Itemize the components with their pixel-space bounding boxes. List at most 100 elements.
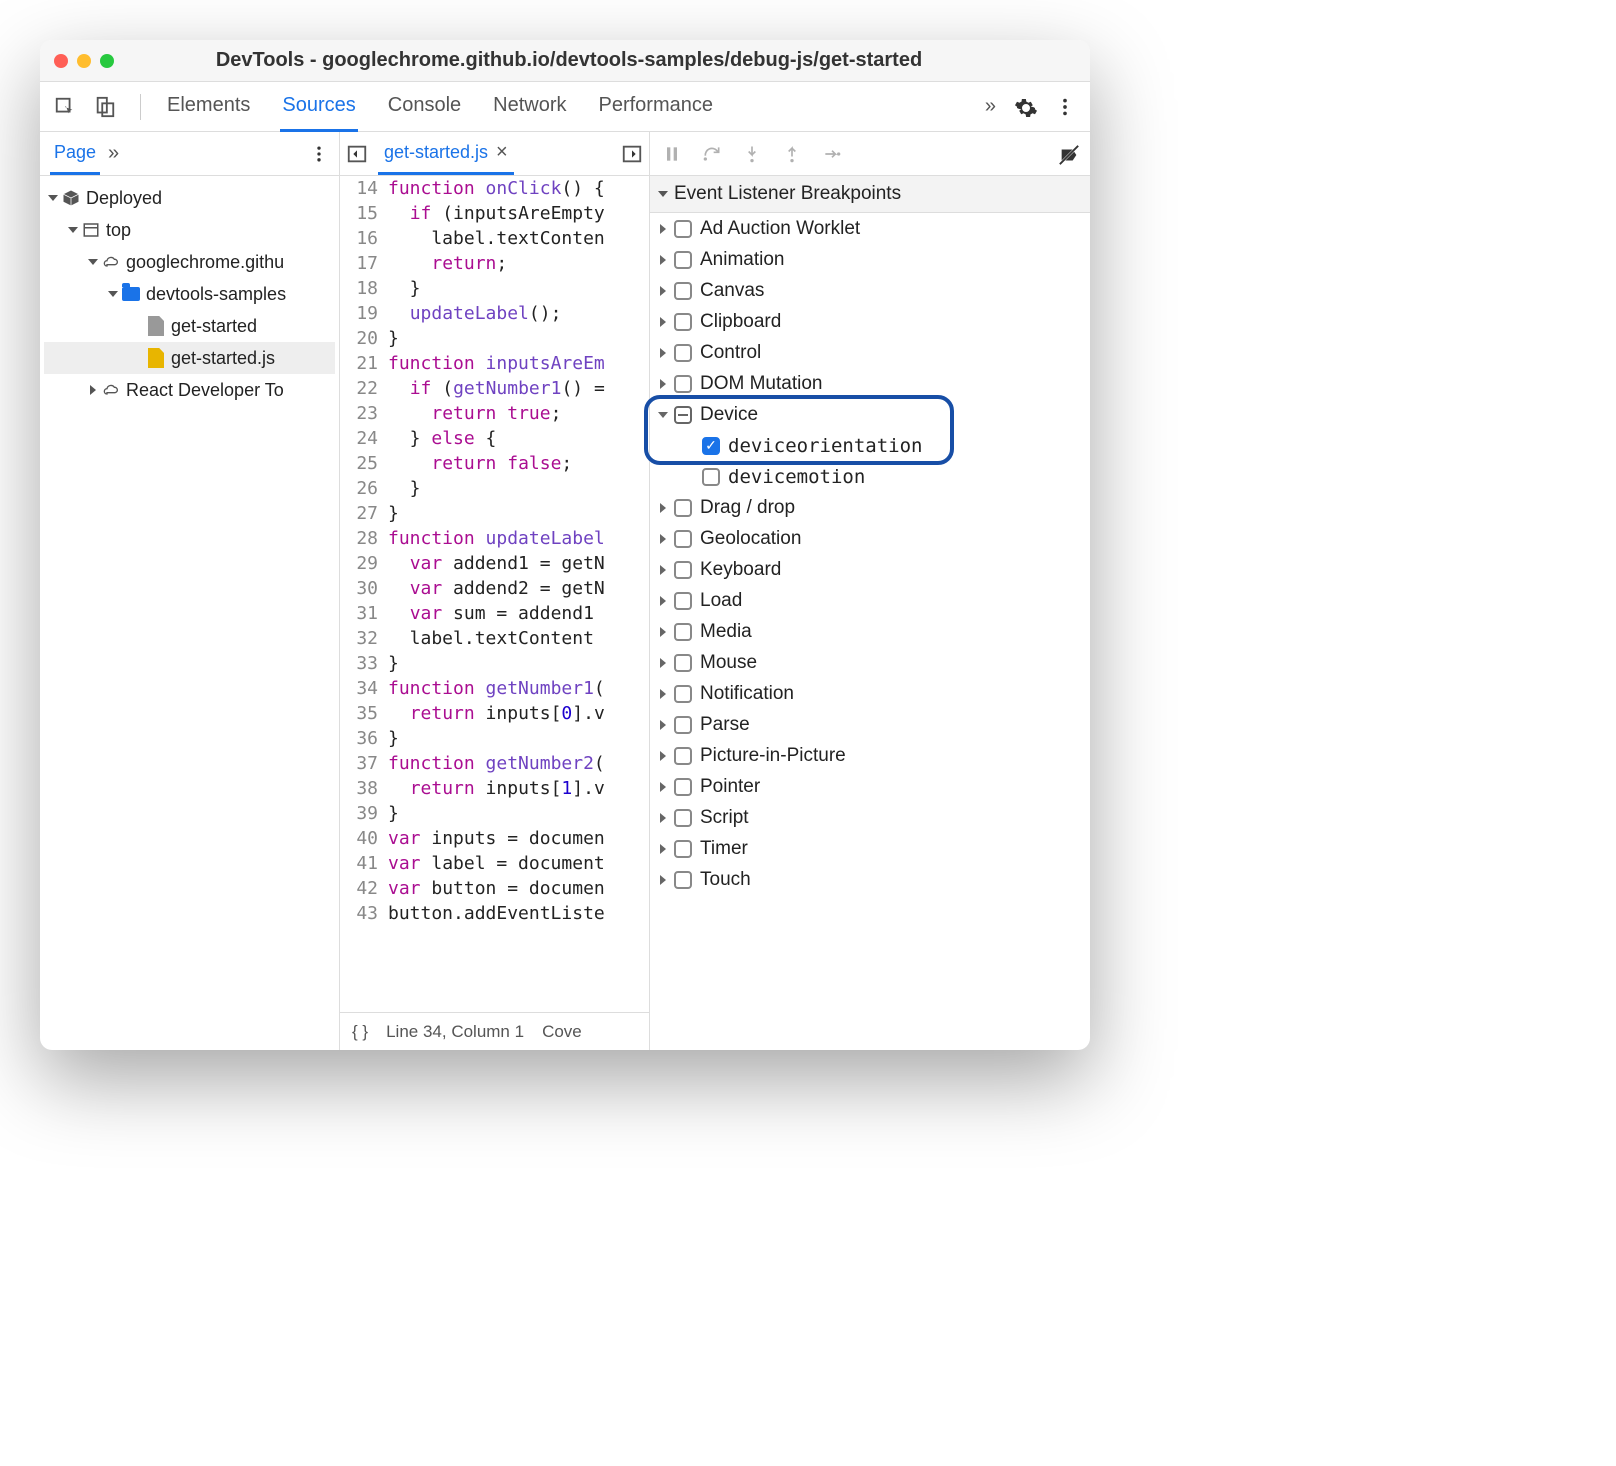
pause-icon[interactable] bbox=[662, 144, 682, 164]
line-number[interactable]: 17 bbox=[340, 251, 388, 276]
line-number[interactable]: 27 bbox=[340, 501, 388, 526]
tree-item[interactable]: React Developer To bbox=[44, 374, 335, 406]
kebab-menu-icon[interactable] bbox=[1054, 96, 1076, 118]
breakpoint-category[interactable]: Keyboard bbox=[650, 554, 1090, 585]
line-number[interactable]: 16 bbox=[340, 226, 388, 251]
deactivate-breakpoints-icon[interactable] bbox=[1058, 144, 1078, 164]
checkbox[interactable]: ✓ bbox=[702, 437, 720, 455]
step-icon[interactable] bbox=[822, 144, 842, 164]
line-number[interactable]: 19 bbox=[340, 301, 388, 326]
code-line[interactable]: function updateLabel bbox=[388, 526, 605, 551]
line-number[interactable]: 18 bbox=[340, 276, 388, 301]
breakpoint-category[interactable]: Drag / drop bbox=[650, 492, 1090, 523]
format-icon[interactable]: { } bbox=[352, 1022, 368, 1042]
line-number[interactable]: 23 bbox=[340, 401, 388, 426]
checkbox[interactable] bbox=[674, 282, 692, 300]
breakpoint-category[interactable]: Canvas bbox=[650, 275, 1090, 306]
device-toggle-icon[interactable] bbox=[94, 96, 116, 118]
code-line[interactable]: var addend2 = getN bbox=[388, 576, 605, 601]
code-line[interactable]: return inputs[1].v bbox=[388, 776, 605, 801]
code-line[interactable]: label.textConten bbox=[388, 226, 605, 251]
line-number[interactable]: 25 bbox=[340, 451, 388, 476]
breakpoint-category[interactable]: Touch bbox=[650, 864, 1090, 895]
tree-item[interactable]: devtools-samples bbox=[44, 278, 335, 310]
line-number[interactable]: 22 bbox=[340, 376, 388, 401]
code-line[interactable]: return inputs[0].v bbox=[388, 701, 605, 726]
zoom-window-button[interactable] bbox=[100, 54, 114, 68]
line-number[interactable]: 38 bbox=[340, 776, 388, 801]
code-line[interactable]: var sum = addend1 bbox=[388, 601, 605, 626]
checkbox[interactable] bbox=[674, 592, 692, 610]
breakpoint-category[interactable]: Clipboard bbox=[650, 306, 1090, 337]
line-number[interactable]: 31 bbox=[340, 601, 388, 626]
breakpoint-category[interactable]: Animation bbox=[650, 244, 1090, 275]
minimize-window-button[interactable] bbox=[77, 54, 91, 68]
panel-tab-sources[interactable]: Sources bbox=[280, 82, 357, 132]
checkbox[interactable] bbox=[674, 313, 692, 331]
close-window-button[interactable] bbox=[54, 54, 68, 68]
code-line[interactable]: } bbox=[388, 651, 399, 676]
code-line[interactable]: return true; bbox=[388, 401, 561, 426]
nav-forward-icon[interactable] bbox=[621, 143, 643, 165]
code-line[interactable]: var inputs = documen bbox=[388, 826, 605, 851]
code-line[interactable]: if (getNumber1() = bbox=[388, 376, 605, 401]
more-tabs-icon[interactable]: » bbox=[985, 95, 996, 118]
line-number[interactable]: 14 bbox=[340, 176, 388, 201]
breakpoint-category[interactable]: Mouse bbox=[650, 647, 1090, 678]
breakpoint-category[interactable]: Load bbox=[650, 585, 1090, 616]
breakpoint-category[interactable]: Timer bbox=[650, 833, 1090, 864]
tree-item[interactable]: get-started.js bbox=[44, 342, 335, 374]
checkbox[interactable] bbox=[674, 251, 692, 269]
code-line[interactable]: button.addEventListe bbox=[388, 901, 605, 926]
panel-tab-performance[interactable]: Performance bbox=[597, 82, 716, 132]
checkbox[interactable] bbox=[674, 809, 692, 827]
code-line[interactable]: var button = documen bbox=[388, 876, 605, 901]
breakpoint-category[interactable]: Control bbox=[650, 337, 1090, 368]
breakpoint-category[interactable]: Picture-in-Picture bbox=[650, 740, 1090, 771]
code-line[interactable]: if (inputsAreEmpty bbox=[388, 201, 605, 226]
line-number[interactable]: 30 bbox=[340, 576, 388, 601]
breakpoint-category[interactable]: Ad Auction Worklet bbox=[650, 213, 1090, 244]
close-tab-icon[interactable]: × bbox=[496, 141, 508, 164]
panel-tab-console[interactable]: Console bbox=[386, 82, 463, 132]
checkbox[interactable] bbox=[674, 499, 692, 517]
line-number[interactable]: 34 bbox=[340, 676, 388, 701]
checkbox[interactable] bbox=[674, 344, 692, 362]
code-line[interactable]: function getNumber2( bbox=[388, 751, 605, 776]
breakpoint-category[interactable]: Geolocation bbox=[650, 523, 1090, 554]
checkbox[interactable] bbox=[674, 871, 692, 889]
checkbox[interactable] bbox=[674, 530, 692, 548]
editor-tab[interactable]: get-started.js × bbox=[378, 133, 514, 175]
line-number[interactable]: 36 bbox=[340, 726, 388, 751]
inspect-icon[interactable] bbox=[54, 96, 76, 118]
code-line[interactable]: var label = document bbox=[388, 851, 605, 876]
step-into-icon[interactable] bbox=[742, 144, 762, 164]
code-line[interactable]: function onClick() { bbox=[388, 176, 605, 201]
line-number[interactable]: 29 bbox=[340, 551, 388, 576]
checkbox[interactable] bbox=[702, 468, 720, 486]
line-number[interactable]: 20 bbox=[340, 326, 388, 351]
tree-item[interactable]: get-started bbox=[44, 310, 335, 342]
line-number[interactable]: 15 bbox=[340, 201, 388, 226]
breakpoint-category[interactable]: Pointer bbox=[650, 771, 1090, 802]
tree-item[interactable]: top bbox=[44, 214, 335, 246]
line-number[interactable]: 40 bbox=[340, 826, 388, 851]
checkbox[interactable] bbox=[674, 778, 692, 796]
code-line[interactable]: } bbox=[388, 501, 399, 526]
breakpoint-category[interactable]: Media bbox=[650, 616, 1090, 647]
code-line[interactable]: } bbox=[388, 801, 399, 826]
code-line[interactable]: function inputsAreEm bbox=[388, 351, 605, 376]
line-number[interactable]: 39 bbox=[340, 801, 388, 826]
line-number[interactable]: 28 bbox=[340, 526, 388, 551]
line-number[interactable]: 37 bbox=[340, 751, 388, 776]
step-out-icon[interactable] bbox=[782, 144, 802, 164]
checkbox[interactable] bbox=[674, 685, 692, 703]
line-number[interactable]: 21 bbox=[340, 351, 388, 376]
code-editor[interactable]: 14function onClick() {15 if (inputsAreEm… bbox=[340, 176, 649, 1012]
checkbox[interactable] bbox=[674, 654, 692, 672]
code-line[interactable]: var addend1 = getN bbox=[388, 551, 605, 576]
nav-back-icon[interactable] bbox=[346, 143, 368, 165]
code-line[interactable]: updateLabel(); bbox=[388, 301, 561, 326]
navigator-tab-page[interactable]: Page bbox=[50, 133, 100, 175]
code-line[interactable]: } bbox=[388, 276, 421, 301]
